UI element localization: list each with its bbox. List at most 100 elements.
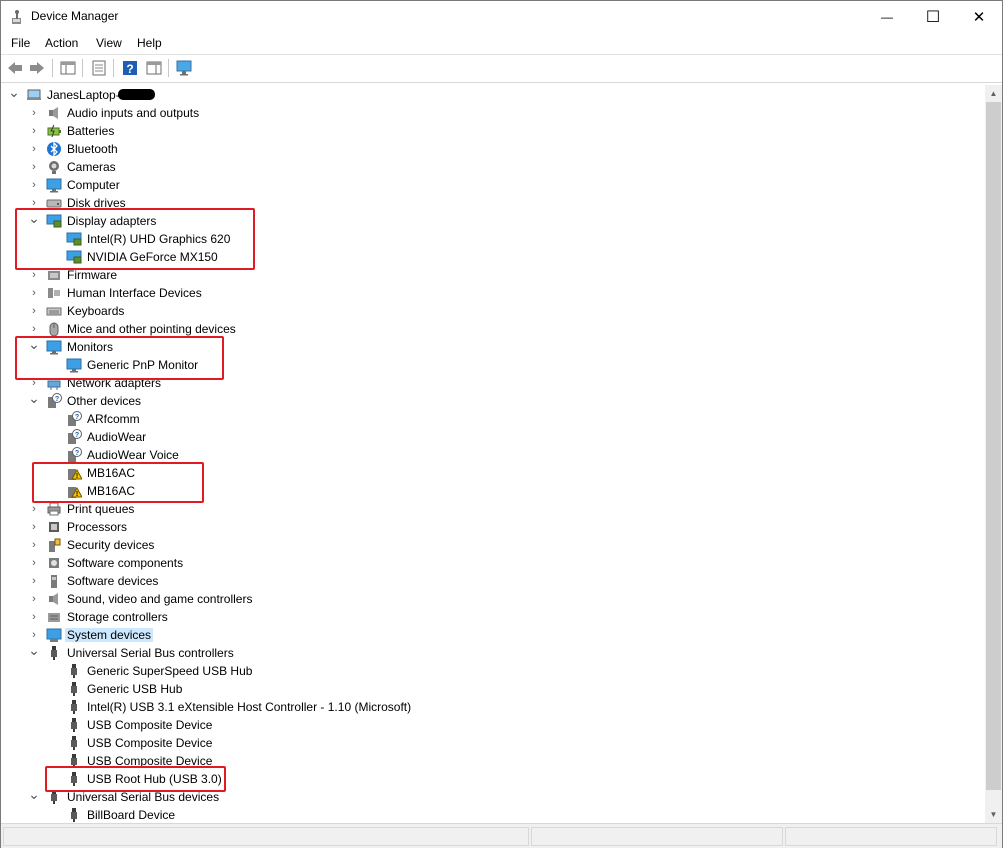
back-button[interactable] bbox=[5, 58, 25, 78]
maximize-button[interactable]: ☐ bbox=[910, 1, 956, 33]
menu-view[interactable]: View bbox=[96, 36, 122, 50]
tree-category-item[interactable]: › Security devices bbox=[3, 536, 985, 554]
vertical-scrollbar[interactable]: ▲ ▼ bbox=[985, 85, 1002, 823]
expand-chevron-icon[interactable]: › bbox=[28, 538, 40, 552]
tree-device-item[interactable]: Intel(R) USB 3.1 eXtensible Host Control… bbox=[3, 698, 985, 716]
tree-device-item[interactable]: NVIDIA GeForce MX150 bbox=[3, 248, 985, 266]
expand-chevron-icon[interactable]: › bbox=[28, 286, 40, 300]
tree-category-item[interactable]: › Computer bbox=[3, 176, 985, 194]
expand-chevron-icon[interactable]: › bbox=[28, 574, 40, 588]
expand-chevron-icon[interactable]: › bbox=[28, 322, 40, 336]
expand-chevron-icon[interactable]: › bbox=[28, 160, 40, 174]
tree-category-item[interactable]: › Sound, video and game controllers bbox=[3, 590, 985, 608]
tree-device-label: NVIDIA GeForce MX150 bbox=[87, 250, 218, 264]
toolbar-separator bbox=[82, 59, 83, 77]
tree-category-item[interactable]: › Storage controllers bbox=[3, 608, 985, 626]
show-hide-console-tree-icon bbox=[60, 61, 76, 75]
collapse-chevron-icon[interactable]: ⌄ bbox=[28, 390, 40, 406]
tree-device-item[interactable]: Generic PnP Monitor bbox=[3, 356, 985, 374]
tree-device-item[interactable]: USB Composite Device bbox=[3, 752, 985, 770]
expand-chevron-icon[interactable]: › bbox=[28, 124, 40, 138]
expand-chevron-icon[interactable]: › bbox=[28, 304, 40, 318]
expand-chevron-icon[interactable]: › bbox=[28, 628, 40, 642]
expand-chevron-icon[interactable]: › bbox=[28, 520, 40, 534]
help-button[interactable]: ? bbox=[120, 58, 140, 78]
tree-category-item[interactable]: › Software devices bbox=[3, 572, 985, 590]
expand-chevron-icon[interactable]: › bbox=[28, 106, 40, 120]
menu-help[interactable]: Help bbox=[137, 36, 162, 50]
scroll-down-icon[interactable]: ▼ bbox=[985, 806, 1002, 823]
tree-device-label: USB Root Hub (USB 3.0) bbox=[87, 772, 222, 786]
menu-file[interactable]: File bbox=[11, 36, 30, 50]
tree-category-item[interactable]: › Network adapters bbox=[3, 374, 985, 392]
tree-device-item[interactable]: ! MB16AC bbox=[3, 482, 985, 500]
disk-drive-icon bbox=[46, 195, 62, 211]
tree-category-item[interactable]: ⌄? Other devices bbox=[3, 390, 985, 410]
tree-category-item[interactable]: › Batteries bbox=[3, 122, 985, 140]
close-button[interactable]: ✕ bbox=[956, 1, 1002, 33]
tree-device-item[interactable]: Generic SuperSpeed USB Hub bbox=[3, 662, 985, 680]
device-manager-window: Device Manager — ☐ ✕ File Action View He… bbox=[0, 0, 1003, 848]
action-pane-button[interactable] bbox=[144, 58, 164, 78]
menu-action[interactable]: Action bbox=[45, 36, 78, 50]
expand-chevron-icon[interactable]: › bbox=[28, 592, 40, 606]
tree-category-item[interactable]: ⌄ Display adapters bbox=[3, 210, 985, 230]
tree-category-item[interactable]: › System devices bbox=[3, 626, 985, 644]
tree-device-item[interactable]: ? AudioWear Voice bbox=[3, 446, 985, 464]
expand-chevron-icon[interactable]: › bbox=[28, 502, 40, 516]
minimize-button[interactable]: — bbox=[864, 1, 910, 33]
tree-device-item[interactable]: ! MB16AC bbox=[3, 464, 985, 482]
expand-chevron-icon[interactable]: › bbox=[28, 610, 40, 624]
tree-device-item[interactable]: BillBoard Device bbox=[3, 806, 985, 823]
tree-category-item[interactable]: › Human Interface Devices bbox=[3, 284, 985, 302]
forward-button[interactable] bbox=[27, 58, 47, 78]
tree-category-item[interactable]: › Cameras bbox=[3, 158, 985, 176]
printer-icon bbox=[46, 501, 62, 517]
software-component-icon bbox=[46, 555, 62, 571]
expand-chevron-icon[interactable]: › bbox=[28, 178, 40, 192]
tree-category-item[interactable]: › Disk drives bbox=[3, 194, 985, 212]
tree-category-item[interactable]: › Print queues bbox=[3, 500, 985, 518]
tree-device-item[interactable]: Generic USB Hub bbox=[3, 680, 985, 698]
collapse-chevron-icon[interactable]: ⌄ bbox=[28, 336, 40, 352]
expand-chevron-icon[interactable]: › bbox=[28, 268, 40, 282]
tree-category-item[interactable]: › Keyboards bbox=[3, 302, 985, 320]
collapse-chevron-icon[interactable]: ⌄ bbox=[28, 786, 40, 802]
expand-chevron-icon[interactable]: › bbox=[28, 196, 40, 210]
scroll-thumb[interactable] bbox=[986, 102, 1001, 790]
tree-category-item[interactable]: › Bluetooth bbox=[3, 140, 985, 158]
tree-category-item[interactable]: › Processors bbox=[3, 518, 985, 536]
collapse-chevron-icon[interactable]: ⌄ bbox=[8, 85, 20, 100]
tree-device-item[interactable]: ? AudioWear bbox=[3, 428, 985, 446]
display-adapter-icon bbox=[66, 231, 82, 247]
tree-category-item[interactable]: ⌄ Universal Serial Bus devices bbox=[3, 786, 985, 806]
tree-device-item[interactable]: USB Composite Device bbox=[3, 734, 985, 752]
window-title: Device Manager bbox=[31, 9, 119, 23]
toolbar: ? bbox=[1, 55, 1002, 83]
scroll-up-icon[interactable]: ▲ bbox=[985, 85, 1002, 102]
tree-category-item[interactable]: ⌄ Universal Serial Bus controllers bbox=[3, 642, 985, 662]
scan-hardware-button[interactable] bbox=[175, 58, 195, 78]
show-hide-console-tree-button[interactable] bbox=[58, 58, 78, 78]
tree-category-item[interactable]: › Software components bbox=[3, 554, 985, 572]
tree-category-item[interactable]: › Firmware bbox=[3, 266, 985, 284]
tree-category-item[interactable]: › Mice and other pointing devices bbox=[3, 320, 985, 338]
redacted-name-block bbox=[118, 89, 155, 100]
properties-button[interactable] bbox=[89, 58, 109, 78]
tree-category-item[interactable]: › Audio inputs and outputs bbox=[3, 104, 985, 122]
tree-device-item[interactable]: Intel(R) UHD Graphics 620 bbox=[3, 230, 985, 248]
tree-device-item[interactable]: USB Root Hub (USB 3.0) bbox=[3, 770, 985, 788]
status-bar bbox=[1, 823, 1002, 848]
tree-device-item[interactable]: USB Composite Device bbox=[3, 716, 985, 734]
tree-category-label: Storage controllers bbox=[67, 610, 168, 624]
svg-text:!: ! bbox=[76, 473, 78, 480]
collapse-chevron-icon[interactable]: ⌄ bbox=[28, 210, 40, 226]
tree-category-label: Universal Serial Bus controllers bbox=[67, 646, 234, 660]
expand-chevron-icon[interactable]: › bbox=[28, 376, 40, 390]
expand-chevron-icon[interactable]: › bbox=[28, 556, 40, 570]
tree-device-item[interactable]: ? ARfcomm bbox=[3, 410, 985, 428]
tree-category-item[interactable]: ⌄ Monitors bbox=[3, 336, 985, 356]
tree-root[interactable]: ⌄ JanesLaptop- bbox=[3, 85, 985, 104]
collapse-chevron-icon[interactable]: ⌄ bbox=[28, 642, 40, 658]
expand-chevron-icon[interactable]: › bbox=[28, 142, 40, 156]
